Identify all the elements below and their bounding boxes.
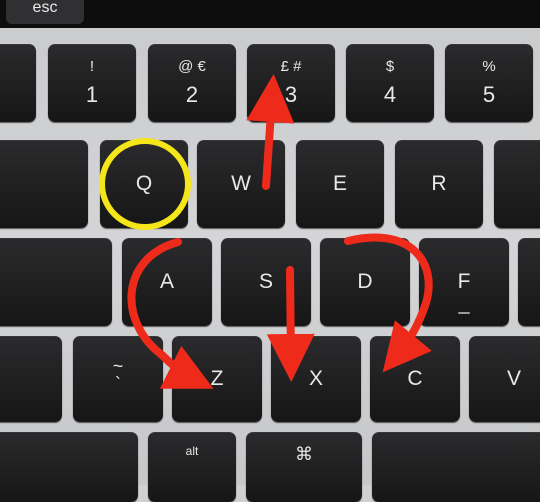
key-f-label: F [457,270,471,293]
key-3-number: 3 [284,82,298,107]
alt-label: alt [185,444,199,458]
key-z-label: Z [210,367,224,390]
key-z[interactable]: Z [172,336,262,422]
option-key[interactable]: alt [148,432,236,502]
key-backtick-partial[interactable] [0,44,36,122]
key-2-number: 2 [185,82,199,107]
key-1-number: 1 [85,82,99,107]
key-r[interactable]: R [395,140,483,228]
key-4-symbol: $ [385,58,395,75]
key-q-label: Q [135,172,153,195]
key-1-symbol: ! [89,58,95,75]
key-s[interactable]: S [221,238,311,326]
caps-lock-key[interactable] [0,238,112,326]
key-r-label: R [431,172,447,195]
key-4[interactable]: $ 4 [346,44,434,122]
key-d-label: D [357,270,373,293]
keyboard-deck: esc ! 1 @ € 2 £ # 3 $ 4 % 5 Q W E R A S [0,0,540,502]
key-1[interactable]: ! 1 [48,44,136,122]
key-c-label: C [407,367,423,390]
key-2-symbol: @ € [178,58,206,75]
key-e[interactable]: E [296,140,384,228]
key-5[interactable]: % 5 [445,44,533,122]
backtick-symbol: ` [115,374,121,394]
key-c[interactable]: C [370,336,460,422]
shift-key[interactable] [0,336,62,422]
key-g-partial[interactable] [518,238,540,326]
tab-key[interactable] [0,140,88,228]
spacebar[interactable] [372,432,540,502]
esc-label: esc [32,0,58,16]
key-s-label: S [258,270,273,293]
key-q[interactable]: Q [100,140,188,228]
key-a[interactable]: A [122,238,212,326]
command-key[interactable]: ⌘ [246,432,362,502]
key-v[interactable]: V [469,336,540,422]
key-4-number: 4 [383,82,397,107]
key-d[interactable]: D [320,238,410,326]
key-t-partial[interactable] [494,140,540,228]
key-w-label: W [231,172,251,195]
key-5-symbol: % [482,58,496,75]
key-2[interactable]: @ € 2 [148,44,236,122]
key-w[interactable]: W [197,140,285,228]
key-section[interactable]: ~ ` [73,336,163,422]
key-f[interactable]: F [419,238,509,326]
key-3[interactable]: £ # 3 [247,44,335,122]
key-v-label: V [506,367,521,390]
key-x[interactable]: X [271,336,361,422]
key-3-symbol: £ # [280,58,302,75]
key-f-home-bump [458,312,470,314]
key-e-label: E [332,172,347,195]
command-symbol: ⌘ [295,444,313,464]
control-key[interactable] [0,432,138,502]
key-x-label: X [308,367,323,390]
key-a-label: A [159,270,174,293]
key-5-number: 5 [482,82,496,107]
esc-key[interactable]: esc [6,0,84,24]
